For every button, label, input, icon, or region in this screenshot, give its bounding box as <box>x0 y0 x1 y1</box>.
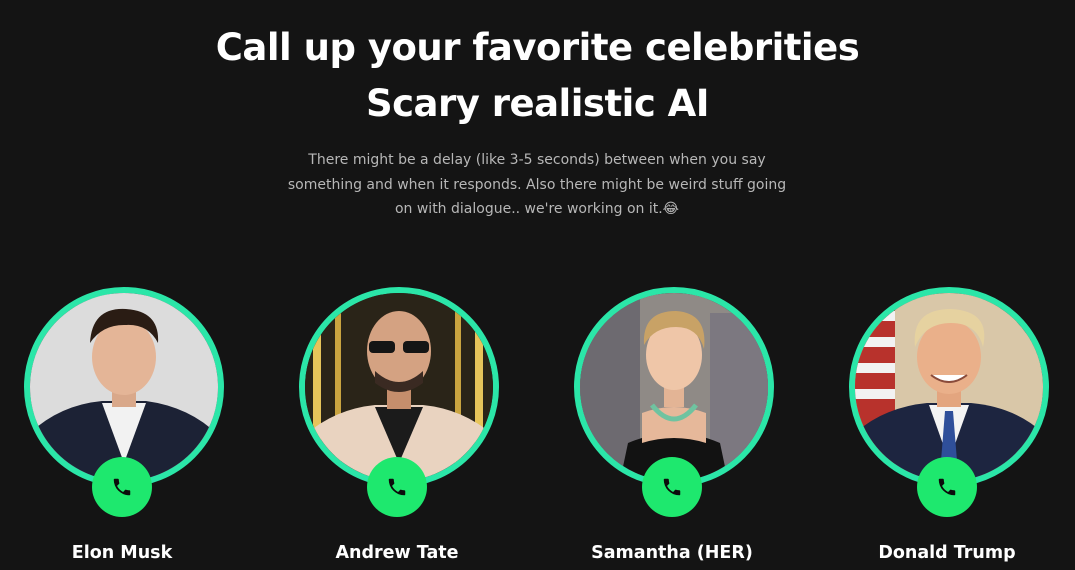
celebrity-card-andrew-tate[interactable]: Andrew Tate <box>287 287 507 570</box>
call-button[interactable] <box>92 457 152 517</box>
celebrity-name: Elon Musk <box>71 543 173 563</box>
call-button[interactable] <box>367 457 427 517</box>
avatar-photo <box>580 293 768 481</box>
phone-icon <box>663 478 681 496</box>
avatar-photo <box>30 293 218 481</box>
celebrity-card-elon-musk[interactable]: Elon Musk <box>12 287 232 570</box>
call-button[interactable] <box>642 457 702 517</box>
avatar-photo <box>305 293 493 481</box>
celebrity-card-samantha[interactable]: Samantha (HER) <box>562 287 782 570</box>
celebrity-name: Andrew Tate <box>335 543 459 563</box>
disclaimer-text: There might be a delay (like 3-5 seconds… <box>287 152 787 217</box>
call-button[interactable] <box>917 457 977 517</box>
celebrity-card-donald-trump[interactable]: Donald Trump <box>837 287 1057 570</box>
page: Call up your favorite celebrities Scary … <box>0 0 1075 570</box>
page-title: Call up your favorite celebrities <box>215 26 860 69</box>
page-subtitle: Scary realistic AI <box>365 82 710 125</box>
phone-icon <box>113 478 131 496</box>
avatar-photo <box>855 293 1043 481</box>
phone-icon <box>938 478 956 496</box>
celebrity-name: Donald Trump <box>878 543 1016 563</box>
celebrity-name: Samantha (HER) <box>591 543 753 563</box>
phone-icon <box>388 478 406 496</box>
